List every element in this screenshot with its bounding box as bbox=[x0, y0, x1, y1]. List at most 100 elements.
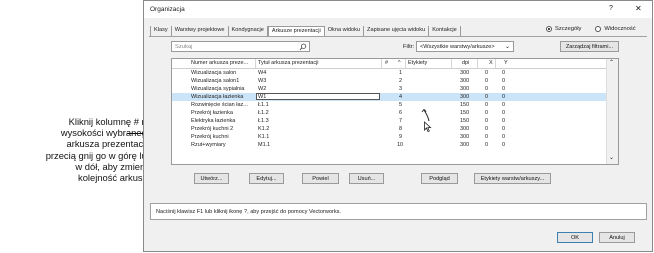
cell-dpi: 150 bbox=[460, 117, 470, 124]
edit-button[interactable]: Edytuj... bbox=[249, 173, 284, 184]
cell-dpi: 300 bbox=[460, 141, 470, 148]
cell-dpi: 300 bbox=[460, 69, 470, 76]
cell-dpi: 150 bbox=[460, 109, 470, 116]
column-divider bbox=[405, 59, 406, 68]
table-row[interactable]: Rzut+wymiary M1.1 10 300 0 0 bbox=[172, 141, 606, 149]
table-row[interactable]: Rozwinięcie ścian łaz... Ł1.1 5 150 0 0 bbox=[172, 101, 606, 109]
cell-order[interactable]: 10 bbox=[397, 142, 403, 148]
column-divider bbox=[255, 59, 256, 68]
cell-title: K1.1 bbox=[258, 133, 270, 140]
col-order[interactable]: # bbox=[385, 60, 388, 66]
table-row[interactable]: Przekrój kuchni 2 K1.2 8 300 0 0 bbox=[172, 125, 606, 133]
cell-number: Rozwinięcie ścian łaz... bbox=[191, 101, 248, 108]
col-sheet-number[interactable]: Numer arkusza preze... bbox=[191, 60, 248, 66]
scroll-up-icon[interactable]: ⌃ bbox=[609, 59, 614, 66]
cell-x: 0 bbox=[485, 93, 489, 100]
title-edit-field[interactable] bbox=[256, 93, 380, 100]
column-divider bbox=[381, 59, 382, 68]
drag-cursor-icon bbox=[421, 109, 432, 133]
filter-value: <Wszystkie warstwy/arkusze> bbox=[420, 44, 495, 50]
cell-order[interactable]: 7 bbox=[399, 118, 402, 124]
cell-x: 0 bbox=[485, 141, 489, 148]
cancel-button[interactable]: Anuluj bbox=[599, 232, 635, 243]
tab-stories[interactable]: Kondygnacje bbox=[229, 26, 268, 36]
tab-classes[interactable]: Klasy bbox=[150, 26, 172, 36]
title-bar: Organizacja ? ✕ bbox=[144, 1, 652, 18]
cell-title: Ł1.3 bbox=[258, 117, 269, 124]
cell-number: Przekrój łazienka bbox=[191, 109, 233, 116]
cell-dpi: 300 bbox=[460, 77, 470, 84]
duplicate-button[interactable]: Powiel bbox=[302, 173, 339, 184]
cell-number: Wizualizacja łazienka bbox=[191, 93, 244, 100]
cell-dpi: 300 bbox=[460, 133, 470, 140]
help-button[interactable]: ? bbox=[609, 5, 613, 12]
table-row[interactable]: Wizualizacja salon W4 1 300 0 0 bbox=[172, 69, 606, 77]
cell-x: 0 bbox=[485, 117, 489, 124]
cell-title: M1.1 bbox=[258, 141, 271, 148]
tab-sheet-layers[interactable]: Arkusze prezentacji bbox=[267, 26, 325, 36]
cell-y: 0 bbox=[502, 101, 506, 108]
cell-number: Przekrój kuchni bbox=[191, 133, 229, 140]
cell-order[interactable]: 2 bbox=[399, 78, 402, 84]
column-divider bbox=[495, 59, 496, 68]
close-button[interactable]: ✕ bbox=[635, 4, 642, 13]
search-input[interactable]: Szukaj bbox=[171, 41, 310, 52]
table-row-selected[interactable]: Wizualizacja łazienka W1 4 300 0 0 bbox=[172, 93, 606, 101]
cell-number: Wizualizacja salon bbox=[191, 69, 237, 76]
cell-order[interactable]: 4 bbox=[399, 94, 402, 100]
delete-button[interactable]: Usuń... bbox=[349, 173, 384, 184]
cell-y: 0 bbox=[502, 85, 506, 92]
cell-y: 0 bbox=[502, 77, 506, 84]
radio-details-label: Szczegóły bbox=[555, 26, 582, 32]
labels-button[interactable]: Etykiety warstw/arkuszy... bbox=[474, 173, 551, 184]
ok-button[interactable]: OK bbox=[557, 232, 593, 243]
cell-x: 0 bbox=[485, 125, 489, 132]
manage-filters-button[interactable]: Zarządzaj filtrami... bbox=[560, 41, 619, 52]
cell-number: Wizualizacja salon1 bbox=[191, 77, 240, 84]
preview-button[interactable]: Podgląd bbox=[421, 173, 458, 184]
tab-bar: Klasy Warstwy projektowe Kondygnacje Ark… bbox=[150, 26, 461, 36]
radio-visibility[interactable]: Widoczność bbox=[595, 26, 636, 32]
tab-divider bbox=[149, 36, 647, 37]
filter-dropdown[interactable]: <Wszystkie warstwy/arkusze> ⌄ bbox=[416, 41, 514, 52]
callout-line: Kliknij kolumnę # na bbox=[68, 116, 152, 127]
cell-title: K1.2 bbox=[258, 125, 270, 132]
cell-order[interactable]: 8 bbox=[399, 126, 402, 132]
radio-details[interactable]: Szczegóły bbox=[546, 26, 581, 32]
tab-viewports[interactable]: Okna widoku bbox=[325, 26, 365, 36]
col-sheet-title[interactable]: Tytuł arkusza prezentacji bbox=[258, 60, 319, 66]
col-y[interactable]: Y bbox=[504, 60, 508, 66]
chevron-down-icon: ⌄ bbox=[504, 44, 510, 50]
cell-y: 0 bbox=[502, 93, 506, 100]
cell-order[interactable]: 6 bbox=[399, 110, 402, 116]
cell-order[interactable]: 5 bbox=[399, 102, 402, 108]
cell-y: 0 bbox=[502, 69, 506, 76]
cell-title: W2 bbox=[258, 85, 267, 92]
col-x[interactable]: X bbox=[489, 60, 493, 66]
cell-x: 0 bbox=[485, 85, 489, 92]
cell-order[interactable]: 3 bbox=[399, 86, 402, 92]
table-scrollbar[interactable]: ⌃ ⌄ bbox=[606, 59, 618, 164]
radio-unselected-icon bbox=[595, 26, 602, 32]
tab-design-layers[interactable]: Warstwy projektowe bbox=[172, 26, 229, 36]
table-row[interactable]: Przekrój łazienka Ł1.2 6 150 0 0 bbox=[172, 109, 606, 117]
scroll-down-icon[interactable]: ⌄ bbox=[609, 154, 614, 161]
cell-title: W1 bbox=[258, 93, 267, 100]
col-labels[interactable]: Etykiety bbox=[408, 60, 427, 66]
table-row[interactable]: Przekrój kuchni K1.1 9 300 0 0 bbox=[172, 133, 606, 141]
cell-order[interactable]: 9 bbox=[399, 134, 402, 140]
help-status-text: Naciśnij klawisz F1 lub kliknij ikonę ?,… bbox=[156, 209, 341, 215]
tab-saved-views[interactable]: Zapisane ujęcia widoku bbox=[364, 26, 430, 36]
cell-title: Ł1.1 bbox=[258, 101, 269, 108]
table-row[interactable]: Wizualizacja salon1 W3 2 300 0 0 bbox=[172, 77, 606, 85]
filter-label: Filtr: bbox=[403, 44, 415, 50]
cell-y: 0 bbox=[502, 117, 506, 124]
col-dpi[interactable]: dpi bbox=[462, 60, 469, 66]
search-icon bbox=[299, 43, 307, 51]
cell-order[interactable]: 1 bbox=[399, 70, 402, 76]
table-row[interactable]: Elektryka łazienka Ł1.3 7 150 0 0 bbox=[172, 117, 606, 125]
table-row[interactable]: Wizualizacja sypialnia W2 3 300 0 0 bbox=[172, 85, 606, 93]
cell-number: Rzut+wymiary bbox=[191, 141, 226, 148]
tab-references[interactable]: Kontakcje bbox=[429, 26, 461, 36]
new-button[interactable]: Utwórz... bbox=[194, 173, 229, 184]
